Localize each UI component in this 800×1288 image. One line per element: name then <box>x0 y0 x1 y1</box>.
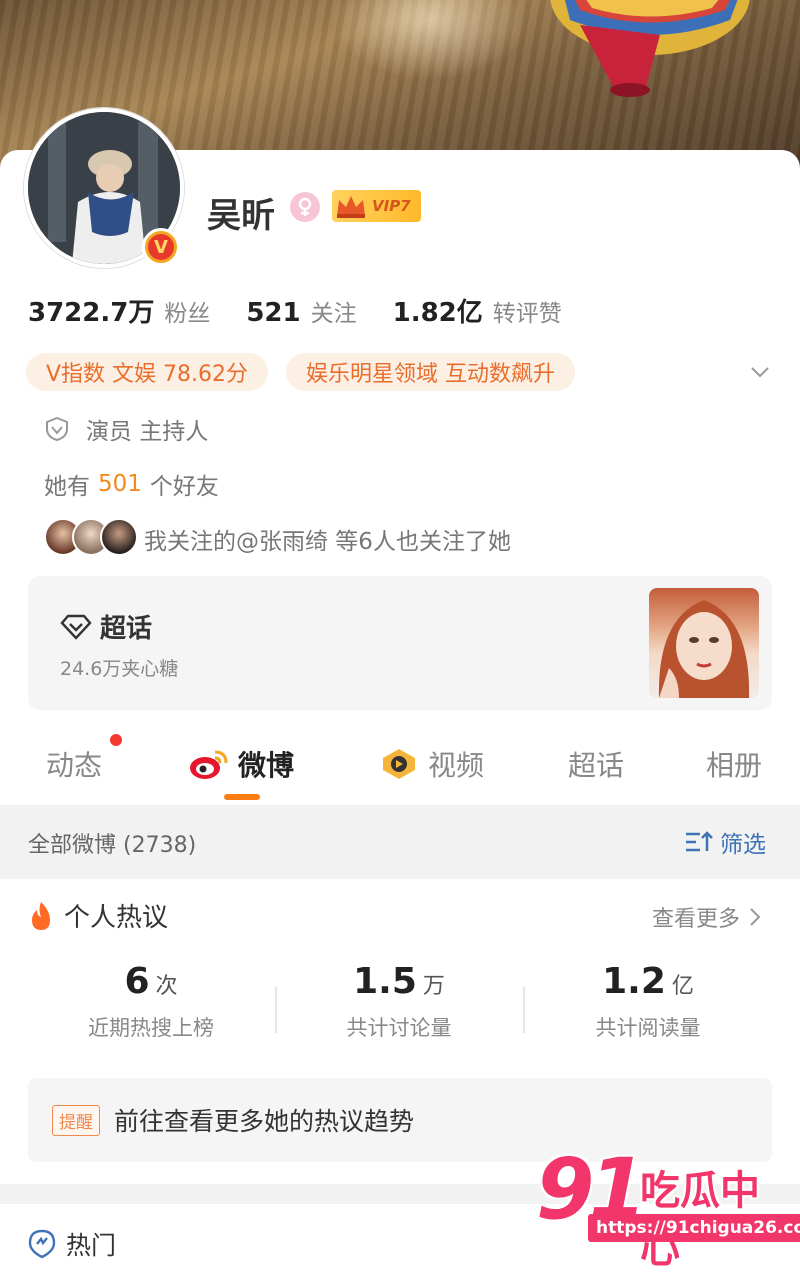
friends-count[interactable]: 501 <box>98 471 142 497</box>
mutual-avatars[interactable] <box>44 518 138 558</box>
diamond-icon <box>60 614 92 640</box>
super-topic-title-row: 超话 <box>60 608 152 645</box>
weibo-count: 全部微博 (2738) <box>28 833 197 858</box>
notification-dot <box>110 734 122 746</box>
metric-unit: 万 <box>422 974 445 999</box>
following-count[interactable]: 521 <box>246 298 300 328</box>
feed-filter-bar: 全部微博 (2738) 筛选 <box>0 805 800 879</box>
tab-video[interactable]: 视频 <box>380 744 484 784</box>
filter-icon <box>686 831 713 852</box>
verified-badge: V <box>142 228 180 266</box>
hot-topic-section: 个人热议 查看更多 6次 近期热搜上榜 1.5 万 共计讨论量 1.2 亿 共计阅读… <box>0 879 800 1184</box>
verification-text: 演员 主持人 <box>86 419 209 445</box>
tab-weibo[interactable]: 微博 <box>188 744 294 784</box>
verified-v-icon: V <box>148 234 174 260</box>
profile-stats: 3722.7万 粉丝 521 关注 1.82亿 转评赞 <box>28 292 598 329</box>
active-tab-indicator <box>224 794 260 800</box>
video-icon <box>383 749 415 779</box>
metric-hot-search[interactable]: 6次 近期热搜上榜 <box>26 961 276 1042</box>
site-watermark: 91 吃瓜中心 https://91chigua26.com <box>536 1140 800 1272</box>
super-topic-subtitle: 24.6万夹心糖 <box>60 658 179 680</box>
popular-label: 热门 <box>66 1231 117 1260</box>
engagement-label: 转评赞 <box>492 301 562 327</box>
profile-tags: V指数 文娱 78.62分 娱乐明星领域 互动数飙升 <box>26 353 593 391</box>
profile-name: 吴昕 <box>207 196 275 236</box>
hot-topic-header: 个人热议 <box>28 897 168 934</box>
crown-icon <box>337 196 365 218</box>
see-more-label: 查看更多 <box>652 907 741 932</box>
weibo-icon <box>190 750 228 779</box>
metric-value: 1.2 <box>602 961 666 1002</box>
followers-count[interactable]: 3722.7万 <box>28 292 154 329</box>
metric-value: 1.5 <box>353 961 417 1002</box>
flame-icon <box>32 901 50 930</box>
filter-label: 筛选 <box>720 832 766 858</box>
mutual-follow-text[interactable]: 我关注的@张雨绮 等6人也关注了她 <box>144 522 511 556</box>
popular-label-row: 热门 <box>28 1226 116 1262</box>
filter-button[interactable]: 筛选 <box>684 825 766 859</box>
shield-icon <box>46 416 68 442</box>
location-pin-icon <box>28 1229 56 1259</box>
friends-line[interactable]: 她有 501 个好友 <box>44 467 219 501</box>
metric-value: 6 <box>124 961 150 1002</box>
metric-desc: 共计阅读量 <box>595 1016 701 1040</box>
hot-topic-title: 个人热议 <box>64 903 169 933</box>
tab-super-topic[interactable]: 超话 <box>568 744 624 784</box>
engagement-count: 1.82亿 <box>392 298 483 328</box>
watermark-url: https://91chigua26.com <box>588 1214 800 1242</box>
vip-badge[interactable]: VIP7 <box>332 190 421 222</box>
spinning-top-image <box>550 0 750 97</box>
verification-line: 演员 主持人 <box>44 412 208 446</box>
tab-weibo-label: 微博 <box>238 749 295 782</box>
metric-discussion[interactable]: 1.5 万 共计讨论量 <box>274 961 524 1042</box>
metric-desc: 共计讨论量 <box>346 1016 452 1040</box>
female-icon <box>290 192 320 222</box>
tab-dynamics[interactable]: 动态 <box>46 744 102 784</box>
domain-tag[interactable]: 娱乐明星领域 互动数飙升 <box>286 353 576 391</box>
vip-label: VIP7 <box>372 197 411 215</box>
tab-video-label: 视频 <box>428 749 485 782</box>
metric-unit: 亿 <box>671 974 694 999</box>
v-index-tag[interactable]: V指数 文娱 78.62分 <box>26 353 269 391</box>
friends-prefix: 她有 <box>44 474 90 500</box>
metric-unit: 次 <box>155 974 178 999</box>
following-label[interactable]: 关注 <box>311 294 357 328</box>
super-topic-card[interactable]: 超话 24.6万夹心糖 <box>28 576 772 710</box>
friends-suffix: 个好友 <box>149 474 219 500</box>
super-topic-title: 超话 <box>100 614 153 644</box>
super-topic-thumbnail <box>649 588 759 698</box>
reminder-text: 前往查看更多她的热议趋势 <box>114 1107 415 1136</box>
metric-desc: 近期热搜上榜 <box>88 1016 214 1040</box>
tab-album[interactable]: 相册 <box>706 744 762 784</box>
see-more-link[interactable]: 查看更多 <box>652 901 764 933</box>
chevron-right-icon <box>750 908 761 926</box>
mutual-avatar <box>100 518 138 556</box>
chevron-down-icon[interactable] <box>750 362 770 382</box>
metric-reads[interactable]: 1.2 亿 共计阅读量 <box>523 961 773 1042</box>
reminder-badge: 提醒 <box>52 1104 100 1136</box>
profile-tabs: 动态 微博 视频 超话 相册 <box>0 730 800 805</box>
followers-label[interactable]: 粉丝 <box>164 294 210 328</box>
